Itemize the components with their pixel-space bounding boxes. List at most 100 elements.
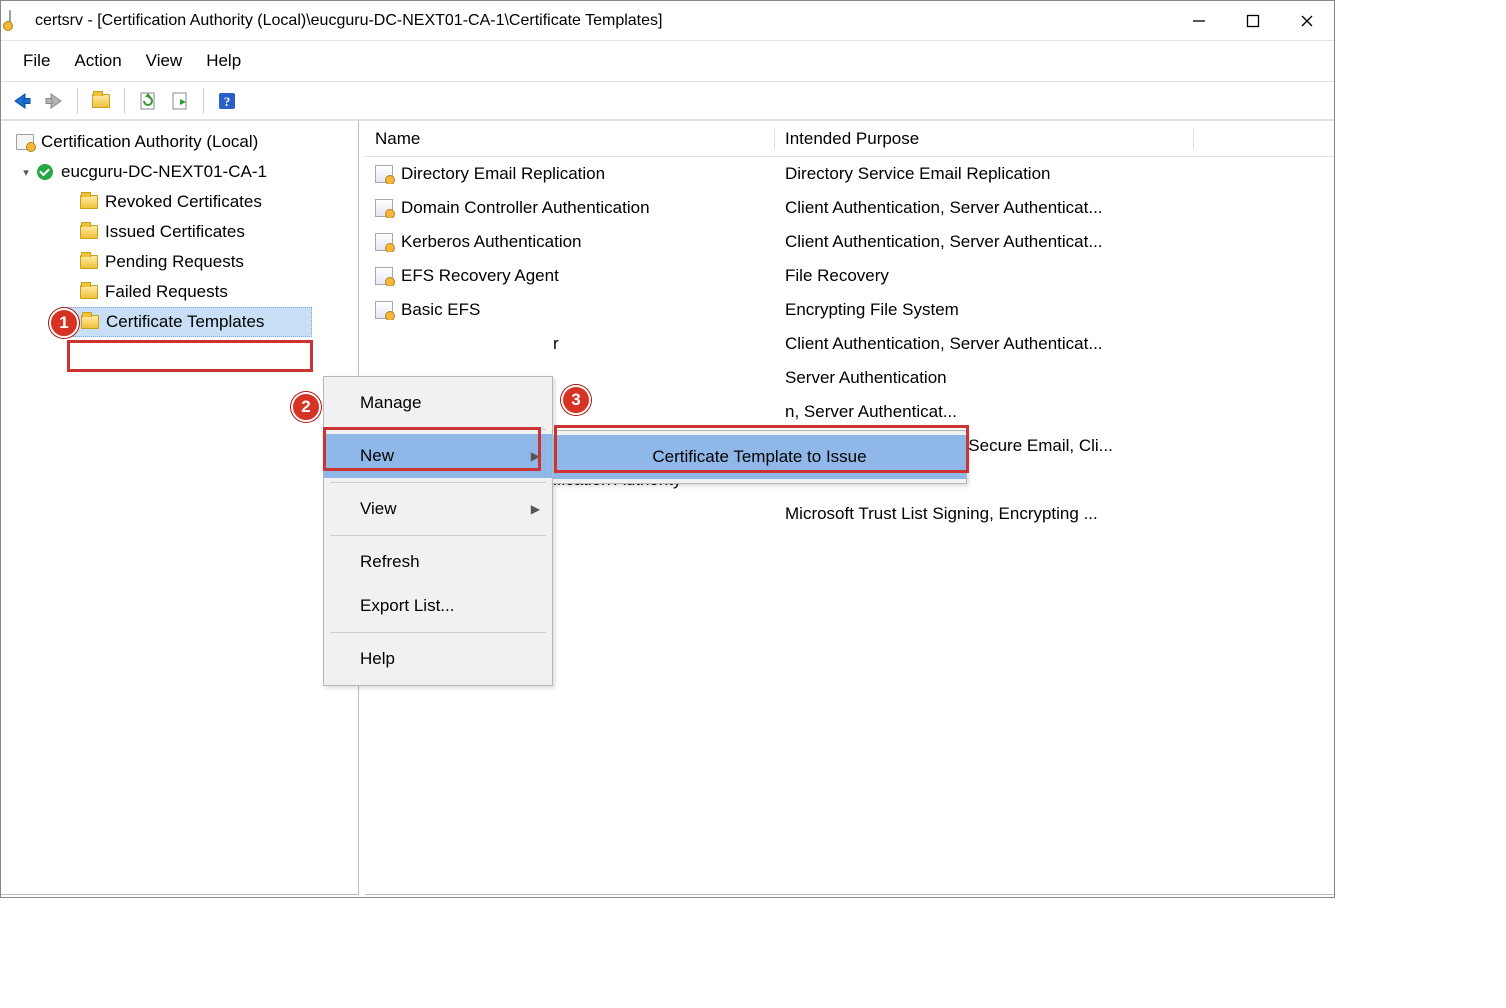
context-separator — [330, 482, 546, 483]
template-icon — [375, 301, 393, 319]
cell-name: Domain Controller Authentication — [365, 198, 775, 218]
ctx-cert-template-to-issue[interactable]: Certificate Template to Issue — [553, 435, 966, 479]
ca-icon — [15, 133, 35, 151]
template-icon — [375, 199, 393, 217]
maximize-button[interactable] — [1226, 1, 1280, 41]
expander-icon[interactable]: ▾ — [19, 166, 33, 179]
cell-name: Directory Email Replication — [365, 164, 775, 184]
ctx-new[interactable]: New ▶ Certificate Template to Issue — [324, 434, 552, 478]
context-menu[interactable]: Manage New ▶ Certificate Template to Iss… — [323, 376, 553, 686]
cell-purpose: Client Authentication, Server Authentica… — [775, 198, 1194, 218]
menu-help[interactable]: Help — [196, 47, 251, 75]
tree-label: eucguru-DC-NEXT01-CA-1 — [61, 162, 267, 182]
toolbar: ? — [1, 81, 1334, 121]
column-header-purpose[interactable]: Intended Purpose — [775, 129, 1194, 149]
content-body: Certification Authority (Local) ▾ eucgur… — [1, 121, 1334, 895]
template-icon — [375, 233, 393, 251]
window-title: certsrv - [Certification Authority (Loca… — [35, 12, 1172, 30]
cell-purpose: Client Authentication, Server Authentica… — [775, 334, 1194, 354]
toolbar-separator — [124, 88, 125, 114]
server-ok-icon — [35, 163, 55, 181]
cell-name: EFS Recovery Agent — [365, 266, 775, 286]
ctx-label: Certificate Template to Issue — [652, 447, 866, 467]
template-name: Domain Controller Authentication — [401, 198, 650, 218]
ctx-help[interactable]: Help — [324, 637, 552, 681]
ctx-label: View — [360, 499, 397, 519]
tree-node-failed[interactable]: Failed Requests — [1, 277, 358, 307]
menu-file[interactable]: File — [13, 47, 60, 75]
cell-purpose: Directory Service Email Replication — [775, 164, 1194, 184]
menu-action[interactable]: Action — [64, 47, 131, 75]
annotation-badge-2: 2 — [291, 392, 321, 422]
chevron-right-icon: ▶ — [531, 502, 540, 516]
tree-node-ca-local[interactable]: Certification Authority (Local) — [1, 127, 358, 157]
app-icon — [9, 11, 29, 31]
template-name: Kerberos Authentication — [401, 232, 582, 252]
ctx-export-list[interactable]: Export List... — [324, 584, 552, 628]
title-bar: certsrv - [Certification Authority (Loca… — [1, 1, 1334, 41]
template-name: EFS Recovery Agent — [401, 266, 559, 286]
window-controls — [1172, 1, 1334, 41]
tree-node-revoked[interactable]: Revoked Certificates — [1, 187, 358, 217]
context-separator — [330, 632, 546, 633]
help-button[interactable]: ? — [214, 88, 240, 114]
template-icon — [375, 267, 393, 285]
chevron-right-icon: ▶ — [531, 449, 540, 463]
tree-node-server[interactable]: ▾ eucguru-DC-NEXT01-CA-1 — [1, 157, 358, 187]
up-button[interactable] — [88, 88, 114, 114]
folder-icon — [79, 283, 99, 301]
svg-text:?: ? — [224, 94, 231, 109]
tree-label: Failed Requests — [105, 282, 228, 302]
toolbar-separator — [77, 88, 78, 114]
context-separator — [330, 535, 546, 536]
toolbar-separator — [203, 88, 204, 114]
context-separator — [330, 429, 546, 430]
tree-label: Certification Authority (Local) — [41, 132, 258, 152]
list-header: Name Intended Purpose — [365, 121, 1334, 157]
menu-bar: File Action View Help — [1, 41, 1334, 81]
list-item[interactable]: Basic EFSEncrypting File System — [365, 293, 1334, 327]
ctx-label: Manage — [360, 393, 421, 413]
tree-label: Pending Requests — [105, 252, 244, 272]
ctx-refresh[interactable]: Refresh — [324, 540, 552, 584]
list-item[interactable]: EFS Recovery AgentFile Recovery — [365, 259, 1334, 293]
tree-node-pending[interactable]: Pending Requests — [1, 247, 358, 277]
cell-purpose: Server Authentication — [775, 368, 1194, 388]
ctx-label: Refresh — [360, 552, 420, 572]
list-item[interactable]: Directory Email Replication Directory Ser… — [365, 157, 1334, 191]
refresh-button[interactable] — [135, 88, 161, 114]
back-button[interactable] — [9, 88, 35, 114]
ctx-label: Help — [360, 649, 395, 669]
menu-view[interactable]: View — [136, 47, 193, 75]
cell-purpose: Client Authentication, Server Authentica… — [775, 232, 1194, 252]
close-button[interactable] — [1280, 1, 1334, 41]
template-name: Directory Email Replication — [401, 164, 605, 184]
export-button[interactable] — [167, 88, 193, 114]
tree-node-templates[interactable]: Certificate Templates — [67, 307, 312, 337]
folder-icon — [79, 223, 99, 241]
tree-node-issued[interactable]: Issued Certificates — [1, 217, 358, 247]
tree-label: Certificate Templates — [106, 312, 264, 332]
column-header-name[interactable]: Name — [365, 129, 775, 149]
console-tree[interactable]: Certification Authority (Local) ▾ eucgur… — [1, 121, 359, 895]
list-item[interactable]: Kerberos Authentication Client Authentica… — [365, 225, 1334, 259]
cell-purpose: Microsoft Trust List Signing, Encrypting… — [775, 504, 1194, 524]
ctx-view[interactable]: View ▶ — [324, 487, 552, 531]
cell-purpose: Encrypting File System — [775, 300, 1194, 320]
forward-button[interactable] — [41, 88, 67, 114]
tree-label: Revoked Certificates — [105, 192, 262, 212]
list-item[interactable]: Domain Controller Authentication Client A… — [365, 191, 1334, 225]
folder-icon — [79, 253, 99, 271]
annotation-badge-3: 3 — [561, 385, 591, 415]
cell-name: r — [365, 334, 775, 354]
ctx-manage[interactable]: Manage — [324, 381, 552, 425]
folder-icon — [79, 193, 99, 211]
annotation-badge-1: 1 — [49, 308, 79, 338]
template-name: r — [553, 334, 559, 354]
context-submenu[interactable]: Certificate Template to Issue — [552, 430, 967, 484]
mmc-window: certsrv - [Certification Authority (Loca… — [0, 0, 1335, 898]
minimize-button[interactable] — [1172, 1, 1226, 41]
list-item[interactable]: r Client Authentication, Server Authentic… — [365, 327, 1334, 361]
ctx-label: New — [360, 446, 394, 466]
ctx-label: Export List... — [360, 596, 454, 616]
